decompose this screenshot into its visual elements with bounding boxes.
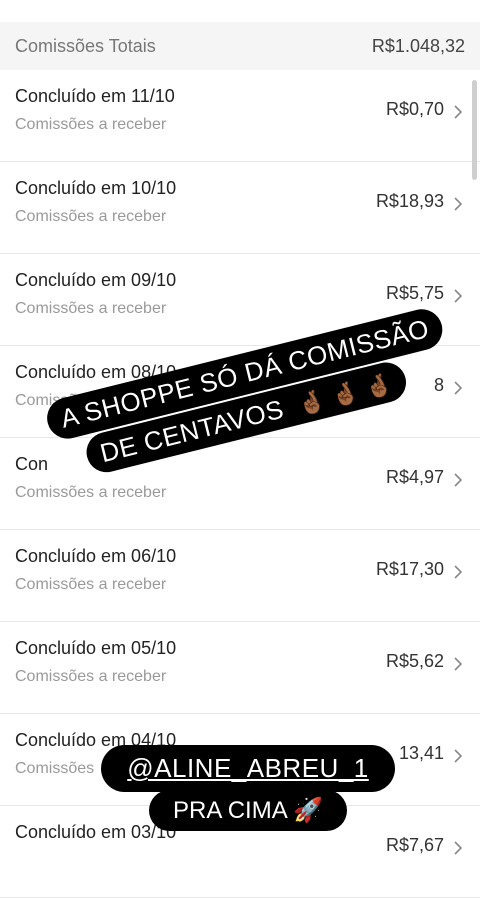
top-bar bbox=[0, 0, 480, 22]
row-title: Concluído em 09/10 bbox=[15, 270, 177, 290]
commission-row[interactable]: Concluído em 11/10 Comissões a receber R… bbox=[0, 70, 480, 162]
commission-row[interactable]: Concluído em 05/10 Comissões a receber R… bbox=[0, 622, 480, 714]
chevron-right-icon bbox=[454, 749, 463, 763]
row-amount: R$18,93 bbox=[375, 191, 444, 211]
mention-sticker[interactable]: @ALINE_ABREU_1 PRA CIMA 🚀 bbox=[98, 745, 398, 831]
row-title: Concluído em 10/10 bbox=[15, 178, 177, 198]
row-title: Con bbox=[15, 454, 49, 474]
row-title: Concluído em 06/10 bbox=[15, 546, 177, 566]
row-amount: R$5,75 bbox=[385, 283, 444, 303]
row-amount: R$7,67 bbox=[385, 835, 444, 855]
row-subtitle: Comissões a receber bbox=[15, 208, 167, 225]
row-amount: R$5,62 bbox=[385, 651, 444, 671]
row-amount: R$17,30 bbox=[375, 559, 444, 579]
row-subtitle: Comissões a receber bbox=[15, 116, 167, 133]
row-amount: R$0,70 bbox=[385, 99, 444, 119]
mention-handle-text: @ALINE_ABREU_1 bbox=[127, 753, 369, 783]
chevron-right-icon bbox=[454, 289, 463, 303]
cta-label: PRA CIMA 🚀 bbox=[149, 790, 347, 831]
chevron-right-icon bbox=[454, 197, 463, 211]
row-subtitle: Comissões bbox=[15, 760, 95, 777]
row-subtitle: Comissões a receber bbox=[15, 300, 167, 317]
cta-text: PRA CIMA bbox=[173, 797, 287, 824]
chevron-right-icon bbox=[454, 473, 463, 487]
scrollbar[interactable] bbox=[472, 80, 477, 180]
chevron-right-icon bbox=[454, 565, 463, 579]
totals-value: R$1.048,32 bbox=[371, 35, 465, 56]
commission-totals-header: Comissões Totais R$1.048,32 bbox=[0, 22, 480, 70]
mention-handle[interactable]: @ALINE_ABREU_1 bbox=[101, 745, 395, 792]
row-subtitle: Comissões a receber bbox=[15, 576, 167, 593]
row-amount: 13,41 bbox=[398, 743, 444, 763]
chevron-right-icon bbox=[454, 105, 463, 119]
commission-row[interactable]: Concluído em 10/10 Comissões a receber R… bbox=[0, 162, 480, 254]
chevron-right-icon bbox=[454, 381, 463, 395]
rocket-icon: 🚀 bbox=[293, 797, 323, 824]
commission-row[interactable]: Concluído em 06/10 Comissões a receber R… bbox=[0, 530, 480, 622]
chevron-right-icon bbox=[454, 657, 463, 671]
totals-label: Comissões Totais bbox=[15, 35, 156, 56]
row-title: Concluído em 05/10 bbox=[15, 638, 177, 658]
row-title: Concluído em 11/10 bbox=[15, 86, 175, 106]
row-amount: R$4,97 bbox=[385, 467, 444, 487]
row-subtitle: Comissões a receber bbox=[15, 668, 167, 685]
